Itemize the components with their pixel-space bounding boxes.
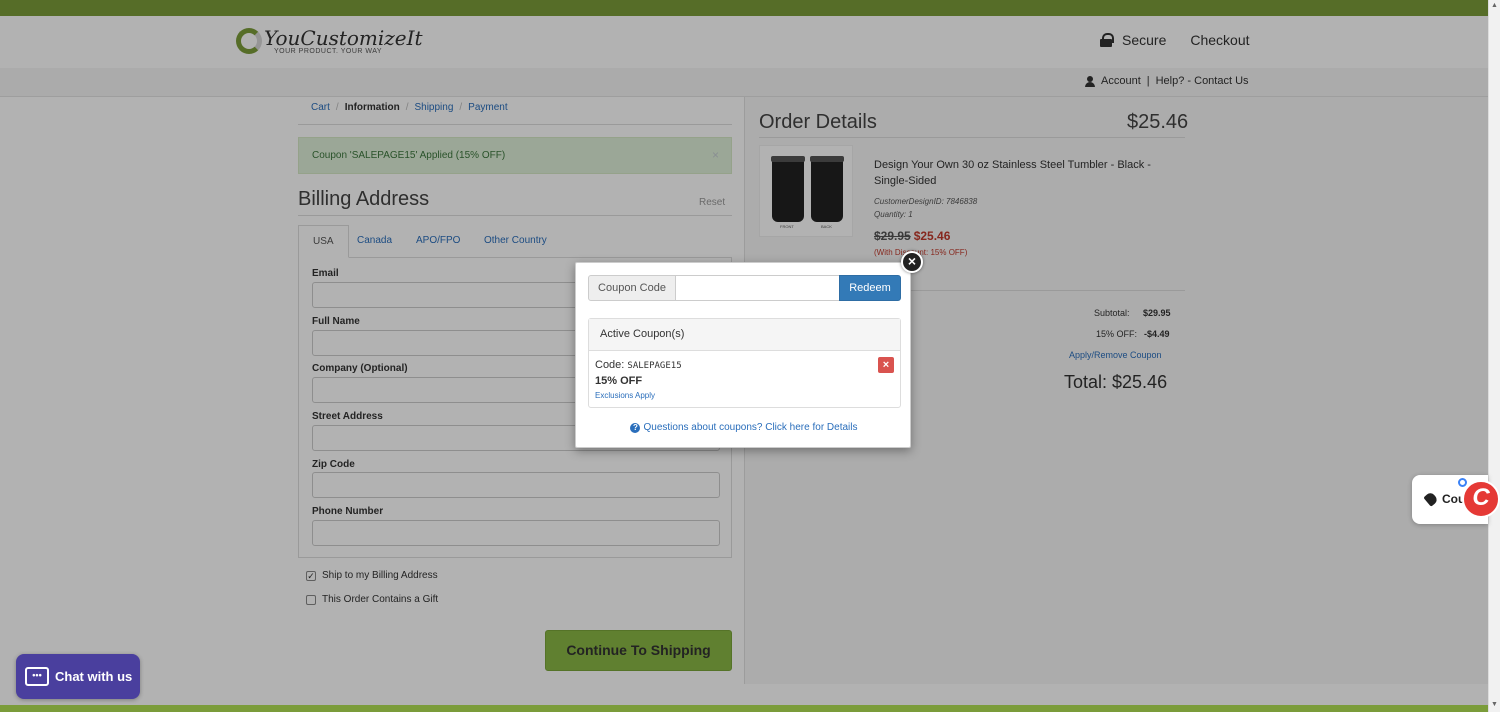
coupon-questions-link[interactable]: ? Questions about coupons? Click here for… — [576, 422, 912, 433]
active-coupons-panel: Active Coupon(s) Code: SALEPAGE15 15% OF… — [588, 318, 901, 408]
remove-coupon-button[interactable]: × — [878, 357, 894, 373]
coupon-code-input[interactable] — [675, 275, 840, 301]
modal-close-button[interactable]: × — [901, 251, 923, 273]
coupon-app-icon[interactable]: C — [1462, 480, 1500, 518]
coupon-discount: 15% OFF — [595, 375, 643, 387]
scroll-up-icon[interactable]: ▲ — [1491, 2, 1498, 9]
tag-icon — [1423, 491, 1439, 507]
coupon-widget-tab[interactable]: Cou C — [1412, 475, 1500, 524]
coupon-code-prefix: Code: — [595, 359, 625, 371]
page-scrollbar[interactable]: ▲ ▼ — [1488, 0, 1500, 712]
chat-label: Chat with us — [55, 669, 133, 684]
exclusions-apply-link[interactable]: Exclusions Apply — [595, 391, 655, 400]
question-circle-icon: ? — [630, 423, 641, 433]
redeem-button[interactable]: Redeem — [839, 275, 901, 301]
coupon-questions-text[interactable]: Questions about coupons? Click here for … — [643, 422, 857, 433]
coupon-modal: Coupon Code Redeem Active Coupon(s) Code… — [575, 262, 911, 448]
coupon-code-label: Coupon Code — [588, 275, 676, 301]
scroll-down-icon[interactable]: ▼ — [1491, 701, 1498, 708]
active-coupons-title: Active Coupon(s) — [589, 319, 900, 351]
coupon-code-line: Code: SALEPAGE15 — [595, 359, 682, 371]
bottom-accent-bar — [0, 705, 1488, 712]
chat-bubble-icon: ••• — [25, 667, 49, 686]
coupon-code-value: SALEPAGE15 — [627, 361, 682, 371]
chat-with-us-button[interactable]: ••• Chat with us — [16, 654, 140, 699]
